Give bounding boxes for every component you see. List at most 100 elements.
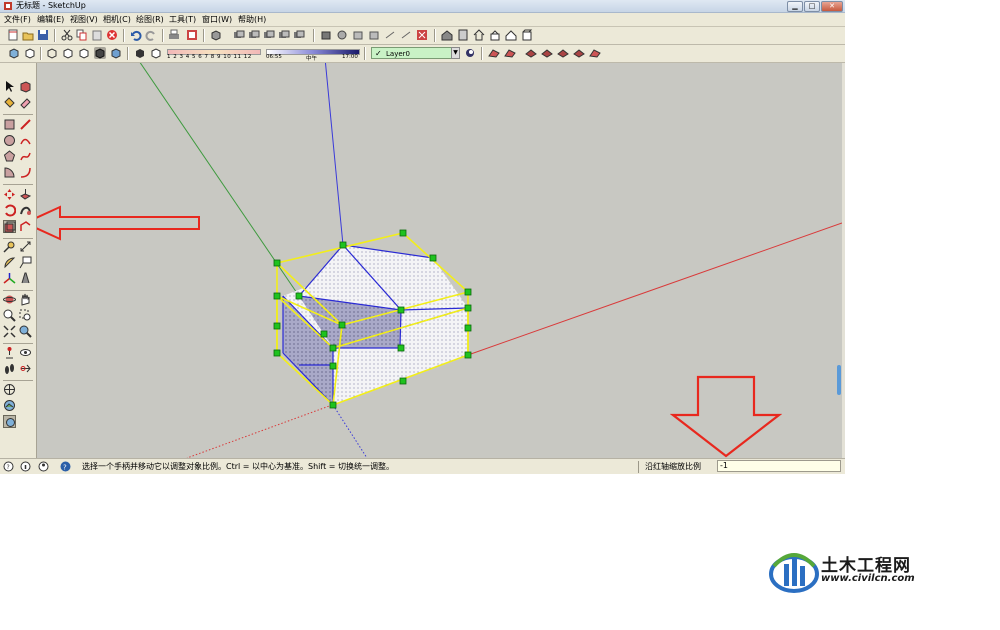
camera-views-icon[interactable] <box>248 29 260 41</box>
section-plane-icon[interactable] <box>19 362 32 375</box>
warehouse-icon[interactable] <box>441 29 453 41</box>
sandbox-icon[interactable] <box>504 47 516 59</box>
solid-tools-icon[interactable] <box>416 29 428 41</box>
rectangle-icon[interactable] <box>3 118 16 131</box>
zoom-icon[interactable] <box>3 309 16 322</box>
hidden-line-icon[interactable] <box>62 47 74 59</box>
solid-tools-icon[interactable] <box>400 29 412 41</box>
shadow-time-slider[interactable]: 06:55 中午 17:00 <box>266 47 360 62</box>
scale-icon[interactable] <box>3 220 16 233</box>
location-icon[interactable] <box>3 383 16 396</box>
walk-icon[interactable] <box>3 362 16 375</box>
front-view-icon[interactable] <box>521 29 533 41</box>
pan-hand-icon[interactable] <box>19 293 32 306</box>
circle-icon[interactable] <box>3 134 16 147</box>
share-model-icon[interactable] <box>457 29 469 41</box>
top-view-icon[interactable] <box>489 29 501 41</box>
arc-3pt-icon[interactable] <box>19 166 32 179</box>
wireframe-icon[interactable] <box>46 47 58 59</box>
shaded-textures-icon[interactable] <box>94 47 106 59</box>
orbit-icon[interactable] <box>3 293 16 306</box>
sandbox-icon[interactable] <box>573 47 585 59</box>
camera-views-icon[interactable] <box>263 29 275 41</box>
push-pull-icon[interactable] <box>19 188 32 201</box>
menu-file[interactable]: 文件(F) <box>4 13 31 26</box>
menu-tools[interactable]: 工具(T) <box>169 13 196 26</box>
geo-location-icon[interactable]: ? <box>3 461 14 472</box>
follow-me-icon[interactable] <box>19 204 32 217</box>
polygon-icon[interactable] <box>3 150 16 163</box>
look-around-icon[interactable] <box>19 346 32 359</box>
erase-icon[interactable] <box>106 29 118 41</box>
menu-window[interactable]: 窗口(W) <box>202 13 232 26</box>
back-edges-icon[interactable] <box>24 47 36 59</box>
arc-icon[interactable] <box>19 134 32 147</box>
solid-tools-icon[interactable] <box>368 29 380 41</box>
layer-manager-icon[interactable] <box>464 47 476 59</box>
paint-bucket-icon[interactable] <box>3 96 16 109</box>
shaded-icon[interactable] <box>78 47 90 59</box>
eraser-icon[interactable] <box>19 96 32 109</box>
model-info-icon[interactable] <box>186 29 198 41</box>
zoom-slider-icon[interactable] <box>837 365 841 395</box>
fog-icon[interactable] <box>150 47 162 59</box>
previous-view-icon[interactable] <box>19 325 32 338</box>
camera-views-icon[interactable] <box>293 29 305 41</box>
layer-dropdown[interactable]: ✓ Layer0 <box>371 47 459 59</box>
paste-icon[interactable] <box>91 29 103 41</box>
close-button[interactable]: ✕ <box>821 1 843 12</box>
dimension-icon[interactable] <box>19 240 32 253</box>
3d-text-icon[interactable] <box>19 272 32 285</box>
pie-icon[interactable] <box>3 166 16 179</box>
user-account-icon[interactable] <box>38 461 49 472</box>
line-pencil-icon[interactable] <box>19 118 32 131</box>
copy-icon[interactable] <box>76 29 88 41</box>
xray-icon[interactable] <box>8 47 20 59</box>
position-camera-icon[interactable] <box>3 346 16 359</box>
measurements-input[interactable] <box>717 460 841 472</box>
camera-views-icon[interactable] <box>233 29 245 41</box>
monochrome-icon[interactable] <box>110 47 122 59</box>
solid-tools-icon[interactable] <box>320 29 332 41</box>
offset-icon[interactable] <box>19 220 32 233</box>
sandbox-icon[interactable] <box>589 47 601 59</box>
sandbox-icon[interactable] <box>488 47 500 59</box>
move-icon[interactable] <box>3 188 16 201</box>
solid-tools-icon[interactable] <box>336 29 348 41</box>
new-file-icon[interactable] <box>7 29 19 41</box>
layer-dropdown-arrow-icon[interactable]: ▼ <box>451 47 460 59</box>
rotate-icon[interactable] <box>3 204 16 217</box>
home-icon[interactable] <box>473 29 485 41</box>
axes-icon[interactable] <box>3 272 16 285</box>
sandbox-icon[interactable] <box>525 47 537 59</box>
component-icon[interactable] <box>210 29 222 41</box>
menu-draw[interactable]: 绘图(R) <box>136 13 164 26</box>
solid-tools-icon[interactable] <box>384 29 396 41</box>
menu-help[interactable]: 帮助(H) <box>238 13 266 26</box>
maximize-button[interactable]: □ <box>804 1 820 12</box>
solid-tools-icon[interactable] <box>352 29 364 41</box>
info-icon[interactable] <box>20 461 31 472</box>
save-icon[interactable] <box>37 29 49 41</box>
tape-measure-icon[interactable] <box>3 240 16 253</box>
minimize-button[interactable]: ▁ <box>787 1 803 12</box>
print-icon[interactable] <box>168 29 180 41</box>
shadow-month-slider[interactable]: 1 2 3 4 5 6 7 8 9 10 11 12 <box>167 47 261 60</box>
shadows-toggle-icon[interactable] <box>134 47 146 59</box>
menu-camera[interactable]: 相机(C) <box>103 13 131 26</box>
camera-views-icon[interactable] <box>278 29 290 41</box>
menu-edit[interactable]: 编辑(E) <box>37 13 64 26</box>
toggle-terrain-icon[interactable] <box>3 399 16 412</box>
sandbox-icon[interactable] <box>557 47 569 59</box>
zoom-window-icon[interactable] <box>19 309 32 322</box>
iso-view-icon[interactable] <box>505 29 517 41</box>
cut-icon[interactable] <box>61 29 73 41</box>
photo-textures-icon[interactable] <box>3 415 16 428</box>
undo-icon[interactable] <box>130 29 142 41</box>
select-arrow-icon[interactable] <box>3 80 16 93</box>
help-icon[interactable]: ? <box>60 461 71 472</box>
freehand-icon[interactable] <box>19 150 32 163</box>
open-folder-icon[interactable] <box>22 29 34 41</box>
make-component-icon[interactable] <box>19 80 32 93</box>
zoom-extents-icon[interactable] <box>3 325 16 338</box>
